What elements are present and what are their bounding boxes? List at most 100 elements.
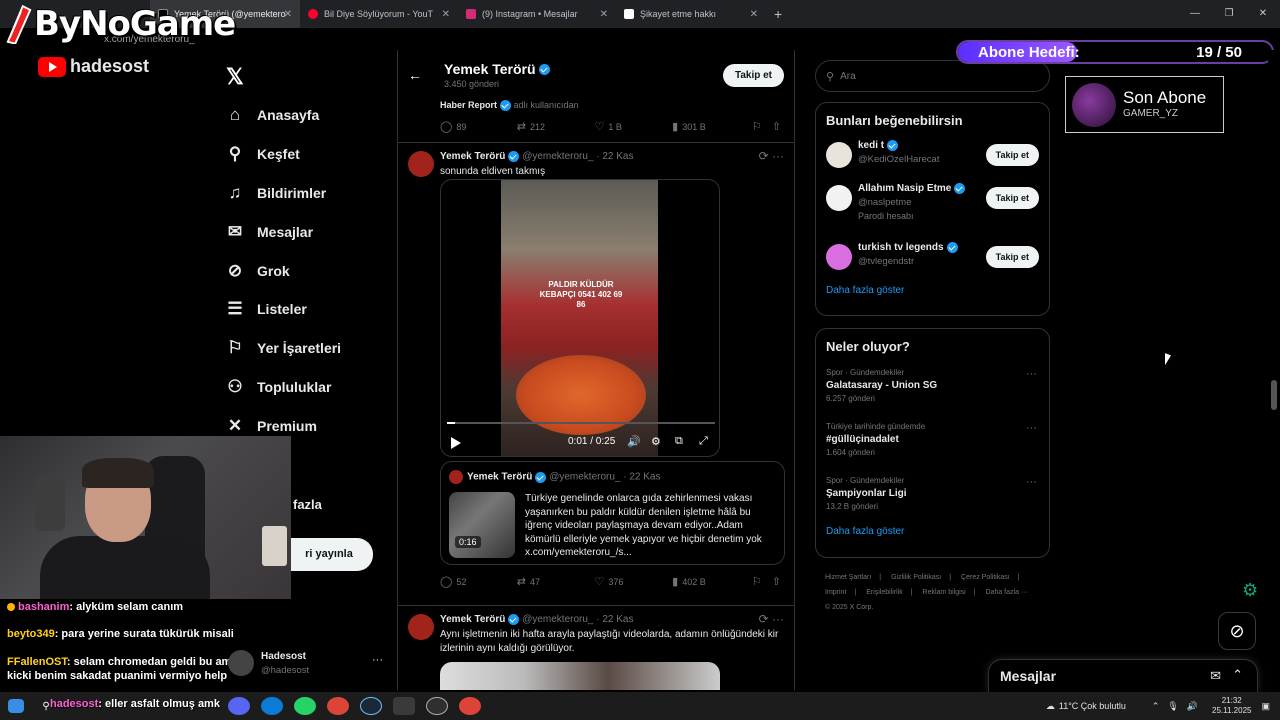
whatsapp-icon[interactable] xyxy=(294,697,316,715)
nav-item-more[interactable]: fazla xyxy=(293,497,322,512)
trend-item[interactable]: Spor · Gündemdekiler Galatasaray - Union… xyxy=(826,368,1039,422)
footer-link[interactable]: Hizmet Şartları xyxy=(825,574,871,581)
avatar[interactable] xyxy=(408,614,434,640)
reply-button[interactable]: ◯ 89 xyxy=(440,120,517,133)
account-switcher[interactable]: Hadesost @hadesost ··· xyxy=(228,650,393,680)
notification-icon[interactable]: ▣ xyxy=(1261,701,1270,712)
repost-button[interactable]: ⇄ 212 xyxy=(517,120,595,133)
bookmark-button[interactable]: ⚐ xyxy=(752,120,772,133)
avatar[interactable] xyxy=(826,244,852,270)
settings-icon[interactable]: ⚙ xyxy=(651,435,661,448)
play-icon[interactable] xyxy=(451,437,461,449)
new-message-icon[interactable]: ✉ xyxy=(1210,668,1221,684)
more-options-icon[interactable]: ⟳ ··· xyxy=(759,612,784,626)
avatar[interactable] xyxy=(826,185,852,211)
edge-icon[interactable] xyxy=(261,697,283,715)
avatar[interactable] xyxy=(826,142,852,168)
nav-item-communities[interactable]: ⚇ Topluluklar xyxy=(224,368,394,407)
close-tab-icon[interactable]: ✕ xyxy=(750,9,758,20)
views-button[interactable]: ▮ 402 B xyxy=(672,575,752,588)
follow-button[interactable]: Takip et xyxy=(985,144,1039,166)
volume-icon[interactable]: 🔊 xyxy=(627,435,641,448)
follow-button[interactable]: Takip et xyxy=(985,187,1039,209)
pip-icon[interactable]: ⧉ xyxy=(675,435,683,448)
app-icon[interactable] xyxy=(393,697,415,715)
views-button[interactable]: ▮ 301 B xyxy=(672,120,752,133)
more-options-icon[interactable]: ··· xyxy=(1026,422,1037,434)
more-options-icon[interactable]: ··· xyxy=(1026,476,1037,488)
maximize-icon[interactable]: ❐ xyxy=(1212,0,1246,28)
search-input[interactable]: ⚲ Ara xyxy=(815,60,1050,92)
clock[interactable]: 21:32 25.11.2025 xyxy=(1212,696,1251,716)
minimize-icon[interactable]: — xyxy=(1178,0,1212,28)
repost-button[interactable]: ⇄ 47 xyxy=(517,575,595,588)
volume-icon[interactable]: 🔊 xyxy=(1187,701,1198,712)
footer-link[interactable]: Çerez Politikası xyxy=(961,574,1010,581)
footer-link[interactable]: Reklam bilgisi xyxy=(923,589,966,596)
more-options-icon[interactable]: ⟳ ··· xyxy=(759,149,784,163)
chrome-icon[interactable] xyxy=(459,697,481,715)
nav-item-notifications[interactable]: ♫ Bildirimler xyxy=(224,174,394,213)
share-button[interactable]: ⇧ xyxy=(772,120,785,133)
reply-button[interactable]: ◯ 52 xyxy=(440,575,517,588)
obs-icon[interactable] xyxy=(426,697,448,715)
more-options-icon[interactable]: ··· xyxy=(372,654,383,666)
footer-link[interactable]: Imprint xyxy=(825,589,846,596)
close-tab-icon[interactable]: ✕ xyxy=(600,9,608,20)
tab-instagram[interactable]: (9) Instagram • Mesajlar ✕ xyxy=(458,0,616,28)
like-button[interactable]: ♡ 1 B xyxy=(594,120,672,133)
follow-button[interactable]: Takip et xyxy=(722,64,784,87)
show-more-link[interactable]: Daha fazla göster xyxy=(826,526,1039,537)
close-window-icon[interactable]: ✕ xyxy=(1246,0,1280,28)
footer-link[interactable]: Gizlilik Politikası xyxy=(891,574,941,581)
nav-item-messages[interactable]: ✉ Mesajlar xyxy=(224,212,394,251)
quoted-tweet[interactable]: Yemek Terörü @yemekteroru_ · 22 Kas 0:16… xyxy=(440,461,785,565)
fullscreen-icon[interactable]: ⤢ xyxy=(699,435,708,448)
nav-item-home[interactable]: ⌂ Anasayfa xyxy=(224,96,394,135)
scrollbar-thumb[interactable] xyxy=(1271,380,1277,410)
trend-item[interactable]: Spor · Gündemdekiler Şampiyonlar Ligi 13… xyxy=(826,476,1039,522)
windows-start-icon[interactable] xyxy=(8,699,24,713)
avatar[interactable] xyxy=(408,151,434,177)
footer-link[interactable]: Daha fazla ··· xyxy=(986,589,1028,596)
grok-floating-button[interactable]: ⊘ xyxy=(1218,612,1256,650)
video-progress-bar[interactable] xyxy=(447,422,715,424)
share-button[interactable]: ⇧ xyxy=(772,575,785,588)
trend-item[interactable]: Türkiye tarihinde gündemde #güllüçinadal… xyxy=(826,422,1039,476)
nav-item-grok[interactable]: ⊘ Grok xyxy=(224,251,394,290)
expand-up-icon[interactable]: ⌃ xyxy=(1232,667,1243,683)
extension-gear-icon[interactable]: ⚙ xyxy=(1242,580,1264,602)
new-tab-button[interactable]: + xyxy=(766,0,790,28)
close-tab-icon[interactable]: ✕ xyxy=(442,9,450,20)
close-tab-icon[interactable]: ✕ xyxy=(284,9,292,20)
suggestion-item[interactable]: kedi t @KediOzelHarecat Takip et xyxy=(826,140,1039,183)
nav-item-lists[interactable]: ☰ Listeler xyxy=(224,290,394,329)
more-options-icon[interactable]: ··· xyxy=(1026,368,1037,380)
bookmark-button[interactable]: ⚐ xyxy=(752,575,772,588)
messages-drawer[interactable]: Mesajlar ✉ ⌃ xyxy=(988,659,1258,693)
show-more-link[interactable]: Daha fazla göster xyxy=(826,285,1039,296)
suggestion-item[interactable]: Allahım Nasip Etme @naslpetme Parodi hes… xyxy=(826,183,1039,242)
suggestion-item[interactable]: turkish tv legends @tvlegendstr Takip et xyxy=(826,242,1039,281)
tab-youtube[interactable]: Bil Diye Söylüyorum - YouT ✕ xyxy=(300,0,458,28)
weather-text[interactable]: 11°C Çok bulutlu xyxy=(1059,701,1126,711)
like-button[interactable]: ♡ 376 xyxy=(594,575,672,588)
discord-icon[interactable] xyxy=(228,697,250,715)
chrome-icon[interactable] xyxy=(327,697,349,715)
nav-item-bookmarks[interactable]: ⚐ Yer İşaretleri xyxy=(224,329,394,368)
tab-sikayet[interactable]: Şikayet etme hakkı ✕ xyxy=(616,0,766,28)
mic-icon[interactable]: 🎙 xyxy=(1167,701,1178,712)
tweet-media[interactable] xyxy=(440,662,720,690)
video-player[interactable]: PALDIR KÜLDÜR KEBAPÇI 0541 402 69 86 0:0… xyxy=(440,179,720,457)
tweet[interactable]: Yemek Terörü @yemekteroru_ · 22 Kas ⟳ ··… xyxy=(398,142,794,604)
post-button[interactable]: ri yayınla xyxy=(291,538,373,571)
nav-item-explore[interactable]: ⚲ Keşfet xyxy=(224,135,394,174)
page-scrollbar[interactable] xyxy=(1268,50,1280,690)
x-logo-icon[interactable]: 𝕏 xyxy=(226,64,244,90)
chevron-up-icon[interactable]: ⌃ xyxy=(1152,701,1160,712)
back-arrow-icon[interactable]: ← xyxy=(408,67,444,83)
quoted-video-thumbnail[interactable] xyxy=(449,492,515,558)
footer-link[interactable]: Erişilebilirlik xyxy=(866,589,903,596)
tweet[interactable]: Yemek Terörü @yemekteroru_ · 22 Kas ⟳ ··… xyxy=(398,605,794,690)
follow-button[interactable]: Takip et xyxy=(985,246,1039,268)
